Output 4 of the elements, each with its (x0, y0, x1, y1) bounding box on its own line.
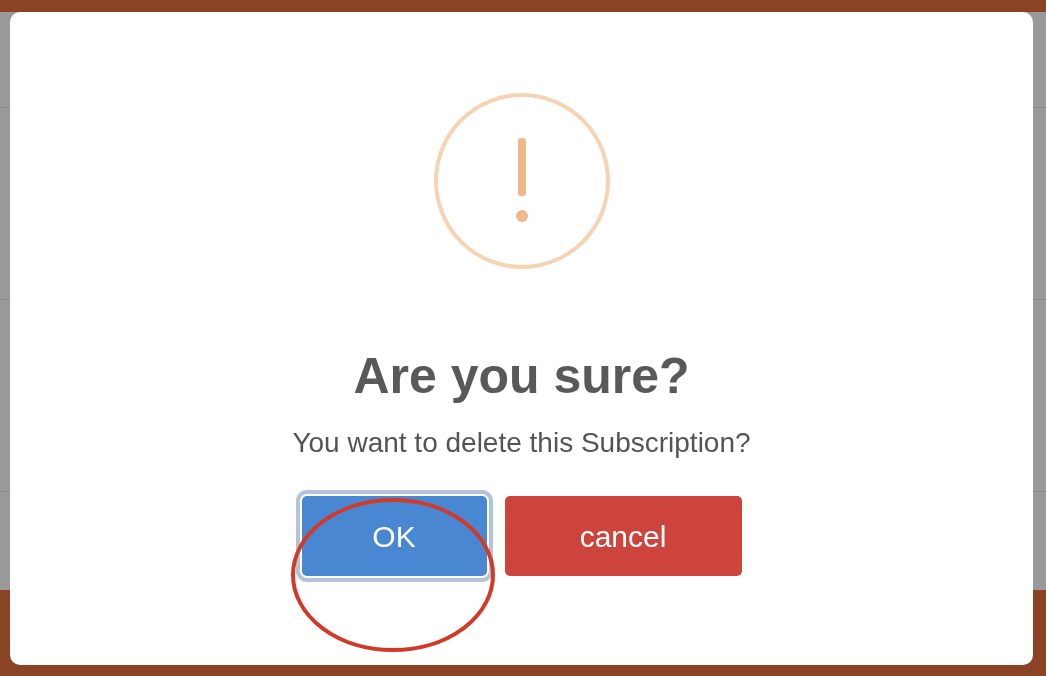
dialog-title: Are you sure? (353, 347, 690, 406)
dialog-message: You want to delete this Subscription? (292, 426, 751, 460)
cancel-button[interactable]: cancel (504, 496, 742, 576)
warning-icon (432, 92, 611, 270)
